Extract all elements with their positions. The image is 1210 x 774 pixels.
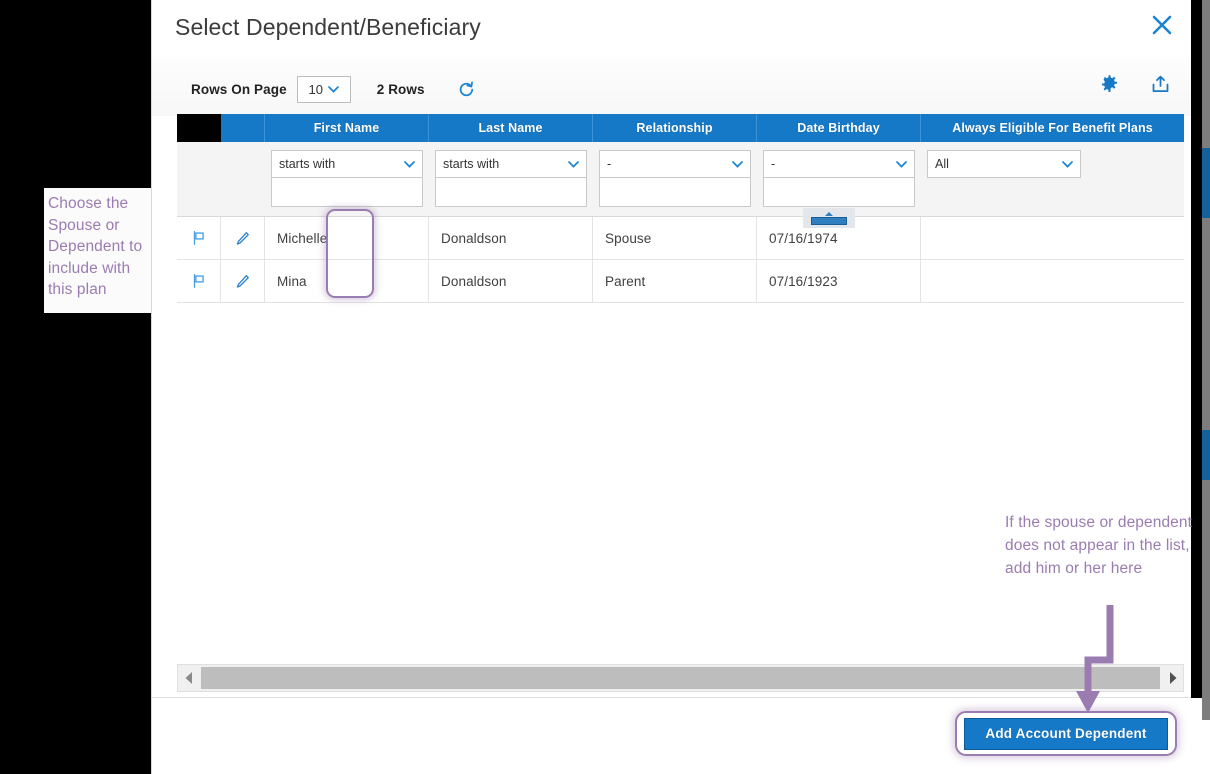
grid-empty-area <box>177 303 1184 673</box>
scrollbar-left-arrow[interactable] <box>178 665 200 691</box>
grid-header-relationship[interactable]: Relationship <box>593 114 757 142</box>
filter-indexer-spacer <box>177 142 221 216</box>
gear-icon[interactable] <box>1099 74 1120 95</box>
filter-relationship-input[interactable] <box>599 178 751 207</box>
grid-toolbar: Rows On Page 10 2 Rows <box>151 58 1191 116</box>
right-edge-marker-bottom <box>1202 430 1210 480</box>
drag-handle-tick <box>825 211 833 216</box>
annotation-arrow-right <box>1076 605 1114 713</box>
select-dependent-dialog: Select Dependent/Beneficiary Rows On Pag… <box>151 0 1210 774</box>
row-edit-button[interactable] <box>221 260 265 302</box>
rows-count-label: 2 Rows <box>376 82 425 97</box>
filter-actions-spacer <box>221 142 265 216</box>
rows-on-page-value: 10 <box>308 82 323 97</box>
grid-header-row: First Name Last Name Relationship Date B… <box>177 114 1184 142</box>
grid-header-actions <box>221 114 265 142</box>
chevron-down-icon <box>1062 160 1073 168</box>
add-dependent-highlight: Add Account Dependent <box>955 711 1177 756</box>
filter-last-name-operator[interactable]: starts with <box>435 150 587 178</box>
row-edit-button[interactable] <box>221 217 265 259</box>
cell-last-name: Donaldson <box>429 217 593 259</box>
filter-always-eligible: All <box>921 142 1184 216</box>
drag-handle-bar <box>811 216 847 225</box>
annotation-callout-right: If the spouse or dependent does not appe… <box>1005 514 1193 577</box>
flag-icon <box>193 274 204 288</box>
rows-on-page-label: Rows On Page <box>191 82 287 97</box>
filter-first-name-input[interactable] <box>271 178 423 207</box>
filter-date-birthday-operator[interactable]: - <box>763 150 915 178</box>
filter-date-birthday-input[interactable] <box>763 178 915 207</box>
chevron-down-icon <box>404 160 415 168</box>
row-flag-toggle[interactable] <box>177 217 221 259</box>
horizontal-scrollbar[interactable] <box>177 664 1184 692</box>
close-icon[interactable] <box>1145 8 1179 42</box>
cell-last-name: Donaldson <box>429 260 593 302</box>
filter-relationship-operator[interactable]: - <box>599 150 751 178</box>
table-row[interactable]: Mina Donaldson Parent 07/16/1923 <box>177 260 1184 303</box>
cell-first-name: Michelle <box>265 217 429 259</box>
export-upload-icon[interactable] <box>1150 74 1171 95</box>
grid-header-always-eligible[interactable]: Always Eligible For Benefit Plans <box>921 114 1184 142</box>
right-edge-marker-top <box>1202 148 1210 218</box>
filter-first-name-operator[interactable]: starts with <box>271 150 423 178</box>
left-black-gutter <box>0 0 151 774</box>
cell-always-eligible <box>921 217 1184 259</box>
page-title: Select Dependent/Beneficiary <box>175 14 481 40</box>
column-drag-handle[interactable] <box>803 208 855 228</box>
grid-header-first-name[interactable]: First Name <box>265 114 429 142</box>
row-flag-toggle[interactable] <box>177 260 221 302</box>
refresh-icon[interactable] <box>457 80 476 99</box>
cell-first-name: Mina <box>265 260 429 302</box>
scrollbar-right-arrow[interactable] <box>1161 665 1183 691</box>
dependents-grid: First Name Last Name Relationship Date B… <box>177 114 1184 673</box>
flag-icon <box>193 231 204 245</box>
cell-relationship: Parent <box>593 260 757 302</box>
rows-on-page-select[interactable]: 10 <box>296 76 351 103</box>
filter-always-eligible-select[interactable]: All <box>927 150 1081 178</box>
filter-last-name: starts with <box>429 142 593 216</box>
chevron-down-icon <box>896 160 907 168</box>
table-row[interactable]: Michelle Donaldson Spouse 07/16/1974 <box>177 217 1184 260</box>
right-edge-scrollbar[interactable] <box>1202 0 1210 720</box>
dialog-left-border <box>151 0 152 774</box>
cell-relationship: Spouse <box>593 217 757 259</box>
grid-header-indexer <box>177 114 221 142</box>
annotation-callout-left: Choose the Spouse or Dependent to includ… <box>44 188 151 313</box>
filter-first-name: starts with <box>265 142 429 216</box>
filter-relationship-operator-label: - <box>607 157 612 171</box>
filter-last-name-input[interactable] <box>435 178 587 207</box>
scrollbar-thumb[interactable] <box>201 667 1160 689</box>
cell-date-birthday: 07/16/1923 <box>757 260 921 302</box>
filter-date-birthday: - <box>757 142 921 216</box>
chevron-down-icon <box>568 160 579 168</box>
pencil-edit-icon <box>236 274 249 288</box>
grid-header-date-birthday[interactable]: Date Birthday <box>757 114 921 142</box>
filter-last-name-operator-label: starts with <box>443 157 500 171</box>
dialog-header: Select Dependent/Beneficiary <box>151 0 1191 58</box>
filter-date-birthday-operator-label: - <box>771 157 776 171</box>
cell-always-eligible <box>921 260 1184 302</box>
grid-header-last-name[interactable]: Last Name <box>429 114 593 142</box>
filter-always-eligible-label: All <box>935 157 949 171</box>
filter-relationship: - <box>593 142 757 216</box>
chevron-down-icon <box>328 86 339 93</box>
filter-first-name-operator-label: starts with <box>279 157 336 171</box>
right-edge-bottom <box>1202 720 1210 774</box>
grid-filter-row: starts with starts with - - All <box>177 142 1184 217</box>
add-account-dependent-button[interactable]: Add Account Dependent <box>964 717 1168 750</box>
pencil-edit-icon <box>236 231 249 245</box>
chevron-down-icon <box>732 160 743 168</box>
